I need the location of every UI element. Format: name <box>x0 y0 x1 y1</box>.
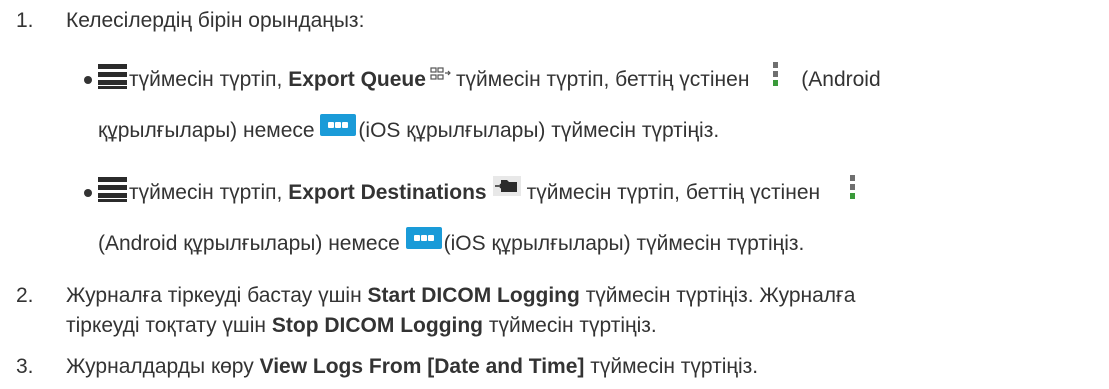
bullet-1 <box>84 76 92 84</box>
export-destinations-label: Export Destinations <box>288 181 487 204</box>
stop-dicom-logging-label: Stop DICOM Logging <box>271 314 484 337</box>
view-logs-label: View Logs From [Date and Time] <box>259 355 585 378</box>
step-3-number: 3. <box>16 355 34 378</box>
menu-icon <box>98 176 127 203</box>
bullet-2-line-2: (Android құрылғылары) немесе (iOS құрылғ… <box>98 227 805 258</box>
export-destinations-icon <box>492 176 521 197</box>
step-3-text-a: Журналдарды көру <box>66 355 254 378</box>
bullet-2 <box>84 189 92 197</box>
step-2-text-d: түймесін түртіңіз. <box>488 314 657 337</box>
export-queue-label: Export Queue <box>288 68 426 91</box>
ios-more-icon <box>405 227 442 250</box>
step-2-text-c: тіркеуді тоқтату үшін <box>66 314 267 337</box>
step-2-line-1: Журналға тіркеуді бастау үшін Start DICO… <box>66 282 855 310</box>
step-2-text-b: түймесін түртіңіз. Журналға <box>585 284 856 307</box>
bullet-1-text-a: түймесін түртіп, <box>129 68 283 91</box>
bullet-2-text-a: түймесін түртіп, <box>129 181 283 204</box>
bullet-1-text-d: құрылғылары) немесе <box>98 119 315 142</box>
ios-more-icon <box>320 114 357 137</box>
start-dicom-logging-label: Start DICOM Logging <box>367 284 580 307</box>
step-2-line-2: тіркеуді тоқтату үшін Stop DICOM Logging… <box>66 312 657 340</box>
vertical-dots-icon <box>849 175 856 200</box>
bullet-2-line-1: түймесін түртіп, Export Destinations түй… <box>98 175 864 207</box>
step-2-number: 2. <box>16 284 34 307</box>
bullet-1-line-2: құрылғылары) немесе (iOS құрылғылары) тү… <box>98 114 720 145</box>
bullet-1-text-e: (iOS құрылғылары) түймесін түртіңіз. <box>358 119 720 142</box>
bullet-1-line-1: түймесін түртіп, Export Queue түймесін т… <box>98 62 881 94</box>
bullet-2-text-b: түймесін түртіп, беттің үстінен <box>526 181 821 204</box>
step-3-text-b: түймесін түртіңіз. <box>590 355 759 378</box>
vertical-dots-icon <box>773 62 779 87</box>
bullet-1-text-b: түймесін түртіп, беттің үстінен <box>455 68 750 91</box>
menu-icon <box>98 63 127 90</box>
bullet-1-text-c: (Android <box>801 68 881 91</box>
step-2-text-a: Журналға тіркеуді бастау үшін <box>66 284 362 307</box>
step-1-number: 1. <box>16 9 34 32</box>
bullet-2-text-d: (iOS құрылғылары) түймесін түртіңіз. <box>443 232 805 255</box>
export-queue-icon <box>430 63 452 81</box>
bullet-2-text-c: (Android құрылғылары) немесе <box>98 232 400 255</box>
step-1-text: Келесілердің бірін орындаңыз: <box>66 9 365 32</box>
step-3-line-1: Журналдарды көру View Logs From [Date an… <box>66 353 758 381</box>
